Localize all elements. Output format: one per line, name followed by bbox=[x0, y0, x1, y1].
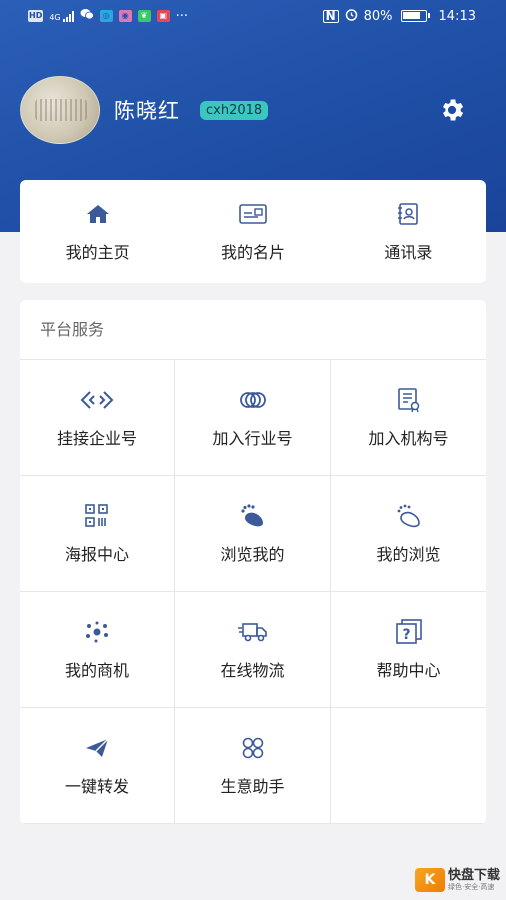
quick-link-business-card[interactable]: 我的名片 bbox=[175, 180, 330, 283]
section-title: 平台服务 bbox=[20, 300, 486, 360]
avatar[interactable] bbox=[20, 76, 100, 144]
qrcode-icon bbox=[84, 503, 110, 529]
quick-link-home[interactable]: 我的主页 bbox=[20, 180, 175, 283]
quick-links-card: 我的主页 我的名片 通讯录 bbox=[20, 180, 486, 283]
service-viewed-me[interactable]: 浏览我的 bbox=[175, 476, 331, 592]
gear-icon bbox=[443, 99, 464, 121]
status-right: N 80% 14:13 bbox=[322, 8, 476, 25]
paper-plane-icon bbox=[84, 735, 110, 761]
battery-icon bbox=[400, 10, 430, 22]
service-join-industry[interactable]: 加入行业号 bbox=[175, 360, 331, 476]
service-one-click-share[interactable]: 一键转发 bbox=[20, 708, 175, 824]
network-dots-icon bbox=[84, 619, 110, 645]
empty-cell bbox=[331, 708, 486, 824]
contacts-icon bbox=[396, 201, 420, 227]
user-id-badge: cxh2018 bbox=[200, 100, 269, 120]
service-online-logistics[interactable]: 在线物流 bbox=[175, 592, 331, 708]
svg-text:?: ? bbox=[402, 627, 410, 643]
profile-header: 陈晓红 cxh2018 bbox=[20, 76, 486, 144]
status-bar: HD 4G ◎ ◉ ❦ ▣ ··· N 80% 14:13 bbox=[0, 0, 506, 32]
app-notification-icon: ◉ bbox=[118, 10, 132, 22]
more-notifications-icon: ··· bbox=[175, 8, 189, 24]
alarm-icon bbox=[345, 8, 358, 25]
help-icon: ? bbox=[395, 618, 423, 645]
quick-link-contacts[interactable]: 通讯录 bbox=[331, 180, 486, 283]
footprint-outline-icon bbox=[395, 503, 423, 529]
service-label: 浏览我的 bbox=[220, 544, 285, 564]
signal-icon: 4G bbox=[49, 10, 74, 22]
clock: 14:13 bbox=[438, 8, 476, 24]
services-grid: 挂接企业号 加入行业号 加入机构号 海报中心 浏览我的 我的浏览 我的商机 在线… bbox=[20, 360, 486, 824]
service-my-opportunities[interactable]: 我的商机 bbox=[20, 592, 175, 708]
link-icon bbox=[80, 387, 114, 413]
service-label: 我的浏览 bbox=[376, 544, 441, 564]
settings-button[interactable] bbox=[436, 94, 468, 126]
app-notification-icon: ▣ bbox=[156, 10, 170, 22]
certificate-icon bbox=[396, 387, 422, 413]
quick-link-label: 我的名片 bbox=[220, 242, 285, 262]
service-label: 挂接企业号 bbox=[56, 428, 137, 448]
service-label: 我的商机 bbox=[64, 660, 129, 680]
footprint-icon bbox=[239, 503, 267, 529]
service-my-views[interactable]: 我的浏览 bbox=[331, 476, 486, 592]
truck-icon bbox=[237, 619, 268, 645]
platform-services-card: 平台服务 挂接企业号 加入行业号 加入机构号 海报中心 浏览我的 我的浏览 我的… bbox=[20, 300, 486, 824]
quick-link-label: 我的主页 bbox=[65, 242, 130, 262]
rings-icon bbox=[239, 387, 267, 413]
watermark-sub: 绿色·安全·高速 bbox=[447, 882, 495, 891]
app-notification-icon: ❦ bbox=[137, 10, 151, 22]
service-label: 海报中心 bbox=[64, 544, 129, 564]
watermark-main: 快盘下载 bbox=[447, 867, 500, 883]
service-poster-center[interactable]: 海报中心 bbox=[20, 476, 175, 592]
service-join-institution[interactable]: 加入机构号 bbox=[331, 360, 486, 476]
service-label: 帮助中心 bbox=[376, 660, 441, 680]
clover-icon bbox=[241, 735, 265, 761]
service-link-enterprise[interactable]: 挂接企业号 bbox=[20, 360, 175, 476]
watermark: K 快盘下载 绿色·安全·高速 bbox=[414, 867, 500, 892]
wechat-icon bbox=[80, 8, 94, 24]
service-label: 加入行业号 bbox=[212, 428, 293, 448]
battery-percent: 80% bbox=[363, 8, 393, 24]
watermark-text: 快盘下载 绿色·安全·高速 bbox=[447, 867, 500, 892]
app-notification-icon: ◎ bbox=[99, 10, 113, 22]
home-icon bbox=[85, 201, 111, 227]
business-card-icon bbox=[239, 201, 267, 227]
watermark-logo: K bbox=[414, 868, 445, 892]
user-name: 陈晓红 bbox=[114, 99, 180, 123]
nfc-icon: N bbox=[322, 9, 339, 23]
service-help-center[interactable]: ? 帮助中心 bbox=[331, 592, 486, 708]
service-label: 加入机构号 bbox=[368, 428, 449, 448]
service-label: 生意助手 bbox=[220, 776, 285, 796]
service-label: 在线物流 bbox=[220, 660, 285, 680]
service-business-assistant[interactable]: 生意助手 bbox=[175, 708, 331, 824]
hd-indicator: HD bbox=[28, 10, 44, 22]
status-left: HD 4G ◎ ◉ ❦ ▣ ··· bbox=[28, 8, 188, 24]
network-type: 4G bbox=[49, 12, 61, 22]
service-label: 一键转发 bbox=[64, 776, 129, 796]
quick-link-label: 通讯录 bbox=[384, 242, 433, 262]
